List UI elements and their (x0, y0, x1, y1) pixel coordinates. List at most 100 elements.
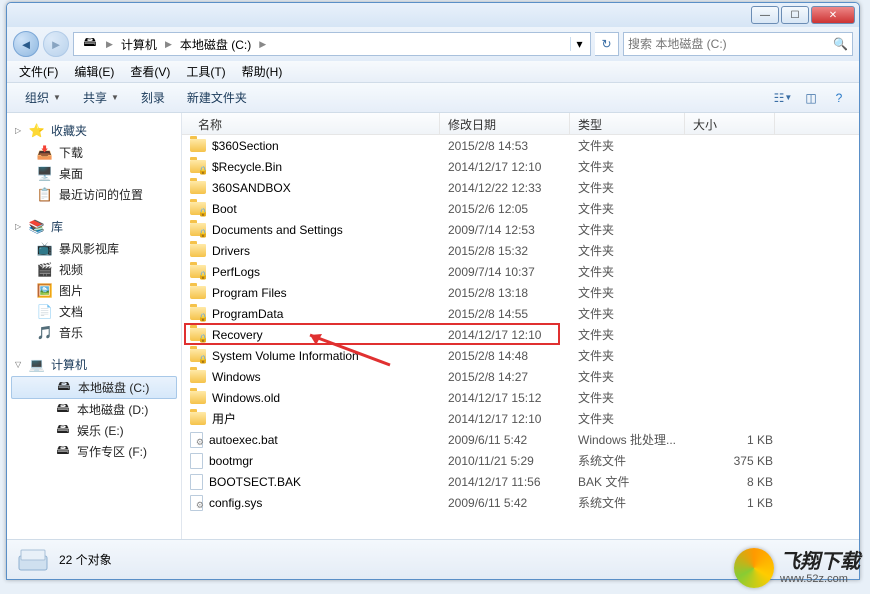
sidebar-item-drive[interactable]: 🖴本地磁盘 (D:) (7, 399, 181, 420)
chevron-right-icon[interactable]: ▶ (163, 39, 174, 50)
share-button[interactable]: 共享▼ (73, 86, 129, 109)
drive-icon: 🖴 (55, 402, 71, 418)
column-name[interactable]: 名称 (182, 113, 440, 134)
computer-header[interactable]: ▽💻计算机 (7, 353, 181, 376)
file-row[interactable]: Documents and Settings2009/7/14 12:53文件夹 (182, 219, 859, 240)
sidebar-item[interactable]: 📄文档 (7, 301, 181, 322)
column-size[interactable]: 大小 (685, 113, 775, 134)
breadcrumb-root[interactable]: 🖴 (76, 33, 104, 55)
file-icon (190, 453, 203, 469)
file-row[interactable]: System Volume Information2015/2/8 14:48文… (182, 345, 859, 366)
sidebar-item-drive[interactable]: 🖴本地磁盘 (C:) (11, 376, 177, 399)
preview-pane-button[interactable]: ◫ (799, 87, 823, 109)
search-input[interactable] (628, 37, 833, 51)
chevron-right-icon[interactable]: ▶ (257, 39, 268, 50)
search-box[interactable]: 🔍 (623, 32, 853, 56)
search-icon[interactable]: 🔍 (833, 37, 848, 51)
libraries-header[interactable]: ▷📚库 (7, 215, 181, 238)
watermark-logo-icon (734, 548, 774, 588)
folder-icon (190, 244, 206, 257)
view-options-button[interactable]: ☷ ▼ (771, 87, 795, 109)
file-row[interactable]: Program Files2015/2/8 13:18文件夹 (182, 282, 859, 303)
menu-tools[interactable]: 工具(T) (178, 61, 233, 82)
close-button[interactable]: ✕ (811, 6, 855, 24)
menu-view[interactable]: 查看(V) (122, 61, 178, 82)
file-row[interactable]: Drivers2015/2/8 15:32文件夹 (182, 240, 859, 261)
file-row[interactable]: Windows.old2014/12/17 15:12文件夹 (182, 387, 859, 408)
file-type: 系统文件 (578, 452, 693, 469)
navigation-pane: ▷⭐收藏夹 📥下载🖥️桌面📋最近访问的位置 ▷📚库 📺暴风影视库🎬视频🖼️图片📄… (7, 113, 182, 539)
favorites-header[interactable]: ▷⭐收藏夹 (7, 119, 181, 142)
file-row[interactable]: 用户2014/12/17 12:10文件夹 (182, 408, 859, 429)
sidebar-item-drive[interactable]: 🖴写作专区 (F:) (7, 441, 181, 462)
file-row[interactable]: Windows2015/2/8 14:27文件夹 (182, 366, 859, 387)
file-date: 2015/2/8 14:27 (448, 370, 578, 384)
explorer-window: — ☐ ✕ ◄ ► 🖴 ▶ 计算机 ▶ 本地磁盘 (C:) ▶ ▾ ↻ 🔍 文件… (6, 2, 860, 580)
file-row[interactable]: 360SANDBOX2014/12/22 12:33文件夹 (182, 177, 859, 198)
nav-label: 下载 (59, 144, 83, 161)
file-name: autoexec.bat (209, 433, 278, 447)
column-type[interactable]: 类型 (570, 113, 685, 134)
file-name: config.sys (209, 496, 262, 510)
nav-icon: 🖥️ (37, 166, 53, 182)
file-row[interactable]: Recovery2014/12/17 12:10文件夹 (182, 324, 859, 345)
file-settings-icon (190, 432, 203, 448)
back-button[interactable]: ◄ (13, 31, 39, 57)
forward-button[interactable]: ► (43, 31, 69, 57)
column-date[interactable]: 修改日期 (440, 113, 570, 134)
organize-button[interactable]: 组织▼ (15, 86, 71, 109)
help-button[interactable]: ? (827, 87, 851, 109)
breadcrumb[interactable]: 🖴 ▶ 计算机 ▶ 本地磁盘 (C:) ▶ ▾ (73, 32, 591, 56)
sidebar-item[interactable]: 📥下载 (7, 142, 181, 163)
sidebar-item-drive[interactable]: 🖴娱乐 (E:) (7, 420, 181, 441)
sidebar-item[interactable]: 🖥️桌面 (7, 163, 181, 184)
file-row[interactable]: $360Section2015/2/8 14:53文件夹 (182, 135, 859, 156)
nav-icon: 📋 (37, 187, 53, 203)
file-row[interactable]: ProgramData2015/2/8 14:55文件夹 (182, 303, 859, 324)
refresh-button[interactable]: ↻ (595, 32, 619, 56)
file-name: 用户 (212, 410, 236, 427)
file-date: 2015/2/8 14:48 (448, 349, 578, 363)
minimize-button[interactable]: — (751, 6, 779, 24)
maximize-button[interactable]: ☐ (781, 6, 809, 24)
file-type: 文件夹 (578, 263, 693, 280)
burn-button[interactable]: 刻录 (131, 86, 175, 109)
breadcrumb-computer[interactable]: 计算机 (115, 33, 163, 55)
folder-lock-icon (190, 307, 206, 320)
file-date: 2014/12/17 15:12 (448, 391, 578, 405)
file-name: Boot (212, 202, 237, 216)
file-date: 2014/12/22 12:33 (448, 181, 578, 195)
sidebar-item[interactable]: 📺暴风影视库 (7, 238, 181, 259)
file-row[interactable]: $Recycle.Bin2014/12/17 12:10文件夹 (182, 156, 859, 177)
menu-help[interactable]: 帮助(H) (234, 61, 291, 82)
file-size: 8 KB (693, 475, 783, 489)
menu-file[interactable]: 文件(F) (11, 61, 66, 82)
file-name: BOOTSECT.BAK (209, 475, 301, 489)
drive-icon: 🖴 (55, 423, 71, 439)
sidebar-item[interactable]: 📋最近访问的位置 (7, 184, 181, 205)
sidebar-item[interactable]: 🎵音乐 (7, 322, 181, 343)
file-row[interactable]: BOOTSECT.BAK2014/12/17 11:56BAK 文件8 KB (182, 471, 859, 492)
file-row[interactable]: bootmgr2010/11/21 5:29系统文件375 KB (182, 450, 859, 471)
file-row[interactable]: autoexec.bat2009/6/11 5:42Windows 批处理...… (182, 429, 859, 450)
sidebar-item[interactable]: 🖼️图片 (7, 280, 181, 301)
collapse-icon: ▷ (15, 126, 23, 135)
sidebar-item[interactable]: 🎬视频 (7, 259, 181, 280)
file-date: 2009/7/14 12:53 (448, 223, 578, 237)
file-type: 文件夹 (578, 326, 693, 343)
chevron-right-icon[interactable]: ▶ (104, 39, 115, 50)
file-date: 2014/12/17 12:10 (448, 412, 578, 426)
file-row[interactable]: config.sys2009/6/11 5:42系统文件1 KB (182, 492, 859, 513)
file-list-pane: 名称 修改日期 类型 大小 $360Section2015/2/8 14:53文… (182, 113, 859, 539)
file-row[interactable]: Boot2015/2/6 12:05文件夹 (182, 198, 859, 219)
file-type: 文件夹 (578, 221, 693, 238)
file-size: 1 KB (693, 496, 783, 510)
new-folder-button[interactable]: 新建文件夹 (177, 86, 257, 109)
breadcrumb-dropdown[interactable]: ▾ (570, 37, 588, 51)
breadcrumb-drive-c[interactable]: 本地磁盘 (C:) (174, 33, 257, 55)
file-date: 2009/7/14 10:37 (448, 265, 578, 279)
file-icon (190, 474, 203, 490)
menu-edit[interactable]: 编辑(E) (66, 61, 122, 82)
content-area: ▷⭐收藏夹 📥下载🖥️桌面📋最近访问的位置 ▷📚库 📺暴风影视库🎬视频🖼️图片📄… (7, 113, 859, 539)
file-row[interactable]: PerfLogs2009/7/14 10:37文件夹 (182, 261, 859, 282)
